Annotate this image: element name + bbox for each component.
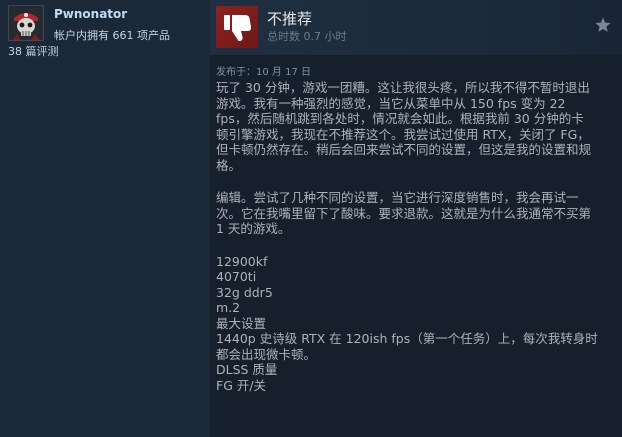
pirate-skull-avatar-icon	[9, 6, 43, 40]
author-name[interactable]: Pwnonator	[54, 7, 127, 21]
spec-line: FG 开/关	[216, 377, 267, 393]
spec-line: 1440p 史诗级 RTX 在 120ish fps（第一个任务）上，每次我转身…	[216, 331, 598, 346]
review-line: 编辑。尝试了几种不同的设置，当它进行深度销售时，我会再试一	[216, 190, 579, 205]
verdict-badge	[216, 6, 258, 48]
spec-line: 12900kf	[216, 253, 268, 269]
review-card: Pwnonator 帐户内拥有 661 项产品 38 篇评测 不推荐 总时数 0…	[0, 0, 622, 437]
thumbs-down-icon	[224, 15, 252, 41]
review-line: fps，然后随机跳到各处时，情况就会如此。根据我前 30 分钟的卡	[216, 111, 584, 126]
author-panel: Pwnonator 帐户内拥有 661 项产品 38 篇评测	[0, 0, 205, 437]
spec-line: 4070ti	[216, 269, 257, 284]
review-line: 次。它在我嘴里留下了酸味。要求退款。这就是为什么我通常不买第	[216, 205, 592, 221]
products-owned[interactable]: 帐户内拥有 661 项产品	[54, 27, 170, 43]
spec-line: 32g ddr5	[216, 284, 273, 300]
posted-date: 发布于：10 月 17 日	[216, 67, 311, 78]
award-button[interactable]	[594, 16, 612, 34]
review-line: 顿引擎游戏，我现在不推荐这个。我尝试过使用 RTX，关闭了 FG，	[216, 126, 590, 142]
spec-line: m.2	[216, 300, 241, 315]
review-paragraph-2: 编辑。尝试了几种不同的设置，当它进行深度销售时，我会再试一 次。它在我嘴里留下了…	[216, 190, 612, 237]
playtime: 总时数 0.7 小时	[267, 30, 347, 43]
star-icon	[595, 17, 611, 32]
review-line: 格。	[216, 157, 242, 173]
spec-list: 12900kf 4070ti 32g ddr5 m.2 最大设置 1440p 史…	[216, 254, 612, 394]
review-paragraph-1: 玩了 30 分钟，游戏一团糟。这让我很头疼，所以我不得不暂时退出 游戏。我有一种…	[216, 80, 612, 173]
review-line: 游戏。我有一种强烈的感觉，当它从菜单中从 150 fps 变为 22	[216, 95, 566, 111]
avatar[interactable]	[8, 5, 44, 41]
review-line: 玩了 30 分钟，游戏一团糟。这让我很头疼，所以我不得不暂时退出	[216, 80, 590, 95]
verdict-label: 不推荐	[267, 10, 313, 28]
review-line: 但卡顿仍然存在。稍后会回来尝试不同的设置，但这是我的设置和规	[216, 142, 592, 157]
spec-line: 最大设置	[216, 315, 267, 331]
spec-line: DLSS 质量	[216, 362, 278, 377]
spec-line: 都会出现微卡顿。	[216, 346, 317, 362]
vote-header[interactable]: 不推荐 总时数 0.7 小时	[210, 0, 622, 55]
review-panel: 不推荐 总时数 0.7 小时 发布于：10 月 17 日 玩了 30 分钟，游戏…	[210, 0, 622, 437]
review-line: 1 天的游戏。	[216, 221, 291, 236]
review-count[interactable]: 38 篇评测	[8, 43, 59, 59]
review-text: 玩了 30 分钟，游戏一团糟。这让我很头疼，所以我不得不暂时退出 游戏。我有一种…	[216, 80, 612, 393]
